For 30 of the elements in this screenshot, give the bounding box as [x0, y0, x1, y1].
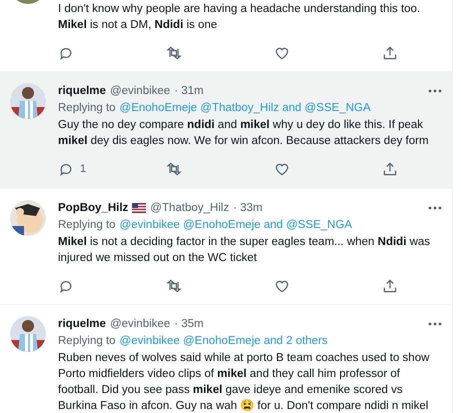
replying-label: Replying to [58, 218, 116, 232]
user-name[interactable]: riquelme [58, 316, 106, 332]
tweet-text: Ruben neves of wolves said while at porto B team coaches used to show Porto midfielders video clips of mikel and they call him professor of football. Did you see pass mikel gave ideye and emenike scored vs Burkina Faso in afcon. Guy na wah 😫 for u. Don't compare ndidi n mikel [58, 350, 430, 413]
retweet-icon[interactable] [166, 45, 182, 61]
timestamp[interactable]: · 33m [233, 200, 262, 216]
heart-icon[interactable] [274, 161, 290, 178]
reply-icon[interactable] [58, 161, 74, 178]
reply-icon[interactable] [58, 45, 74, 61]
user-handle[interactable]: @evinbikee [110, 316, 170, 332]
user-handle[interactable]: @evinbikee [110, 83, 170, 99]
tweet-text: Guy the no dey compare ndidi and mikel why u dey do like this. If peak mikel dey dis eagles now. We for win afcon. Because attackers dey form [58, 118, 430, 149]
replying-label: Replying to [58, 334, 116, 348]
timestamp[interactable]: · 35m [174, 316, 204, 332]
retweet-icon[interactable] [166, 161, 182, 178]
tweet-text: I don't know why people are having a headache understanding this too. Mikel is not a DM, Ndidi is one [58, 2, 422, 33]
heart-icon[interactable] [274, 45, 290, 61]
user-name[interactable]: riquelme [58, 83, 106, 99]
share-icon[interactable] [382, 45, 398, 61]
more-icon[interactable] [428, 89, 442, 93]
reply-count: 1 [80, 162, 86, 177]
share-icon[interactable] [382, 161, 398, 178]
more-icon[interactable] [428, 206, 442, 210]
user-name[interactable]: PopBoy_Hilz [58, 200, 128, 216]
tweet-text: Mikel is not a deciding factor in the super eagles team... when Ndidi was injured we missed out on the WC ticket [58, 234, 432, 266]
replying-label: Replying to [58, 101, 116, 116]
more-icon[interactable] [428, 322, 442, 326]
timestamp[interactable]: · 31m [174, 83, 204, 99]
retweet-icon[interactable] [166, 278, 182, 294]
user-handle[interactable]: @Thatboy_Hilz [150, 200, 230, 216]
share-icon[interactable] [382, 278, 398, 294]
